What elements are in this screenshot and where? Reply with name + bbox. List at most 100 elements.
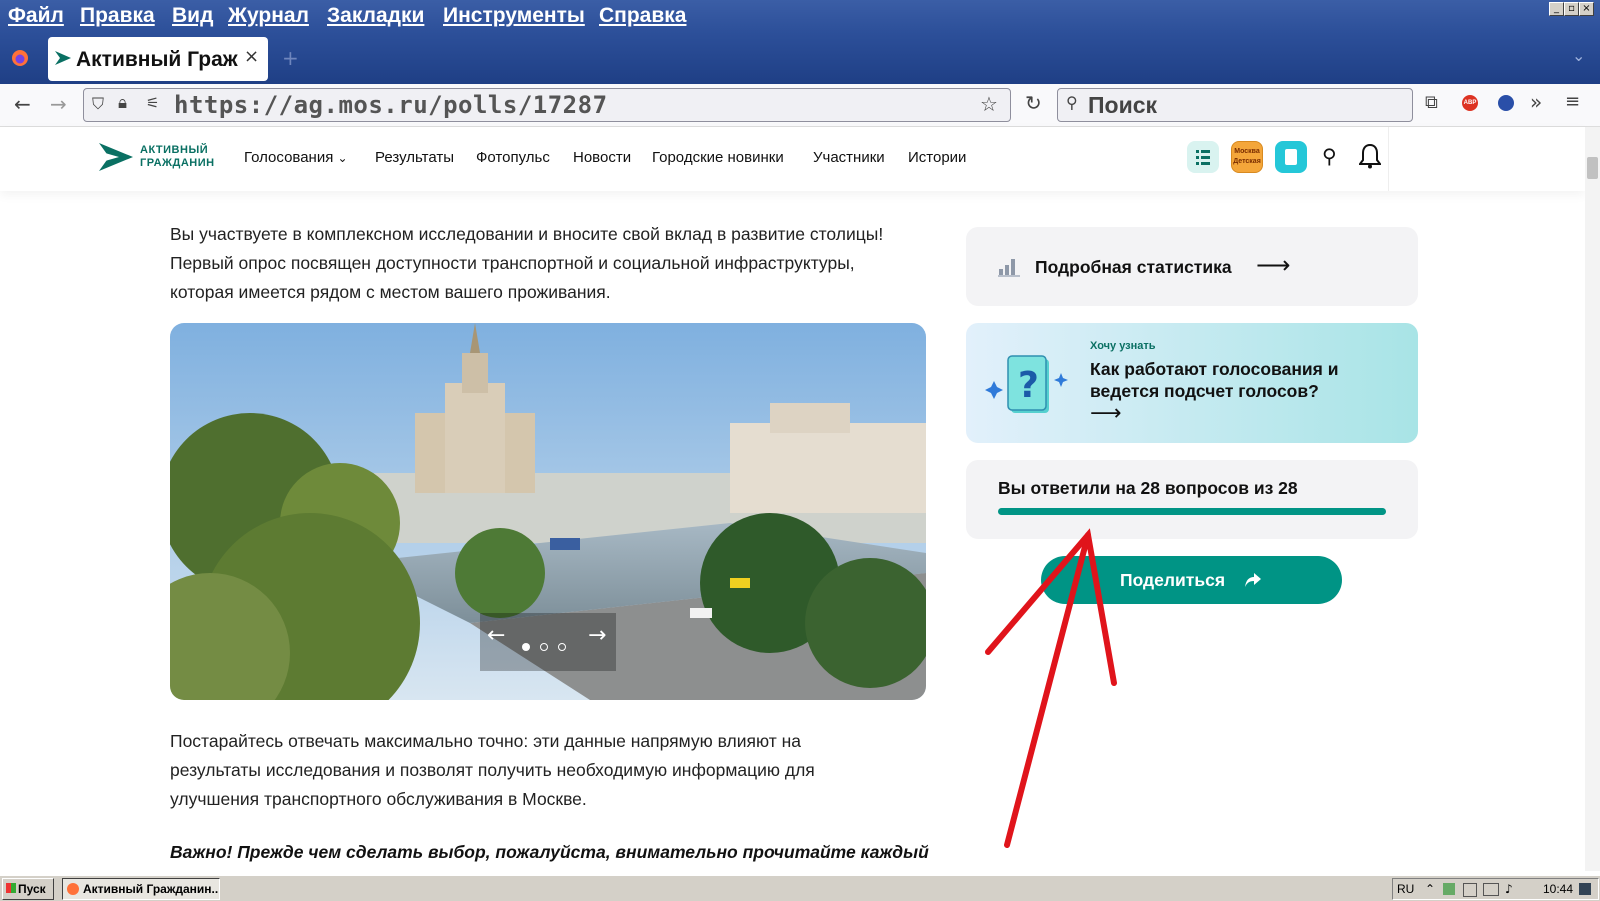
menu-file[interactable]: Файл <box>8 4 64 28</box>
site-header: АКТИВНЫЙ ГРАЖДАНИН Голосования ⌄ Результ… <box>0 127 1585 191</box>
carousel-dot-3[interactable] <box>558 643 566 651</box>
back-icon[interactable]: ← <box>14 92 31 116</box>
taskbar-window-label: Активный Гражданин... <box>83 882 220 896</box>
progress-track <box>998 508 1386 515</box>
url-text: https://ag.mos.ru/polls/17287 <box>174 91 608 119</box>
menu-history[interactable]: Журнал <box>228 4 309 28</box>
progress-fill <box>998 508 1386 515</box>
info-title: Как работают голосования и ведется подсч… <box>1090 359 1339 401</box>
bell-icon[interactable] <box>1359 143 1381 169</box>
translate-icon[interactable] <box>1498 95 1514 111</box>
progress-text: Вы ответили на 28 вопросов из 28 <box>998 478 1298 498</box>
bar-chart-icon <box>998 259 1020 277</box>
tray-desktop-icon[interactable] <box>1579 883 1591 895</box>
taskbar: Пуск Активный Гражданин... RU ⌃ ♪ 10:44 <box>0 875 1600 901</box>
menu-bookmarks[interactable]: Закладки <box>327 4 424 28</box>
body-paragraph: Постарайтесь отвечать максимально точно:… <box>170 731 815 809</box>
important-note: Важно! Прежде чем сделать выбор, пожалуй… <box>170 842 929 862</box>
carousel-prev-icon[interactable]: ← <box>487 623 505 648</box>
stats-card[interactable]: Подробная статистика ⟶ <box>966 227 1418 306</box>
system-tray: RU ⌃ ♪ 10:44 <box>1392 878 1599 900</box>
bookmark-badge-icon[interactable] <box>1275 141 1307 173</box>
close-window-icon[interactable]: × <box>1579 2 1594 16</box>
menu-tools[interactable]: Инструменты <box>443 4 585 28</box>
arrow-right-icon: ⟶ <box>1256 251 1291 279</box>
info-kicker: Хочу узнать <box>1090 340 1156 352</box>
share-arrow-icon <box>1245 573 1261 587</box>
nav-results[interactable]: Результаты <box>375 149 454 166</box>
site-favicon-icon <box>55 51 71 65</box>
new-tab-icon[interactable]: + <box>282 46 299 70</box>
url-bar[interactable]: ⛉ 🔒︎ ⚟ https://ag.mos.ru/polls/17287 ☆ <box>83 88 1011 122</box>
share-button-label: Поделиться <box>1120 570 1226 590</box>
tab-active[interactable]: Активный Граж × <box>48 37 268 81</box>
nav-news[interactable]: Новости <box>573 149 631 166</box>
site-search-icon[interactable]: ⚲ <box>1322 144 1337 168</box>
firefox-small-icon <box>67 883 79 895</box>
nav-votes-label: Голосования <box>244 149 334 166</box>
menu-bar: Файл Правка Вид Журнал Закладки Инструме… <box>0 0 1600 34</box>
menu-edit[interactable]: Правка <box>80 4 155 28</box>
info-arrow-icon: ⟶ <box>1090 401 1122 426</box>
carousel-dot-2[interactable] <box>540 643 548 651</box>
tab-strip: Активный Граж × + ⌄ <box>0 34 1600 84</box>
nav-photopulse[interactable]: Фотопульс <box>476 149 550 166</box>
nav-participants[interactable]: Участники <box>813 149 885 166</box>
menu-help[interactable]: Справка <box>599 4 686 28</box>
lock-icon[interactable]: 🔒︎ <box>118 93 127 113</box>
progress-card: Вы ответили на 28 вопросов из 28 <box>966 460 1418 539</box>
carousel-image[interactable]: ← → <box>170 323 926 700</box>
clock[interactable]: 10:44 <box>1543 879 1573 899</box>
logo-line-1: АКТИВНЫЙ <box>140 144 209 156</box>
nav-toolbar: ← → ⛉ 🔒︎ ⚟ https://ag.mos.ru/polls/17287… <box>0 84 1600 127</box>
page-scrollbar[interactable] <box>1585 127 1600 871</box>
info-card[interactable]: ? Хочу узнать Как работают голосования и… <box>966 323 1418 443</box>
minimize-icon[interactable]: _ <box>1549 2 1564 16</box>
logo-icon[interactable] <box>97 141 135 173</box>
carousel-next-icon[interactable]: → <box>588 623 606 648</box>
forward-icon[interactable]: → <box>50 92 67 116</box>
chevron-down-icon: ⌄ <box>337 151 348 165</box>
intro-paragraph: Вы участвуете в комплексном исследовании… <box>170 224 884 302</box>
search-bar[interactable]: ⚲ Поиск <box>1057 88 1413 122</box>
moscow-kids-badge-icon[interactable]: Москва Детская <box>1231 141 1263 173</box>
start-label: Пуск <box>18 882 46 896</box>
adblock-icon[interactable]: ABP <box>1462 95 1478 111</box>
tray-device-icon[interactable] <box>1463 883 1477 897</box>
reload-icon[interactable]: ↻ <box>1025 91 1042 115</box>
nav-stories[interactable]: Истории <box>908 149 966 166</box>
tray-expand-icon[interactable]: ⌃ <box>1425 879 1435 899</box>
tray-volume-icon[interactable]: ♪ <box>1505 879 1513 899</box>
permissions-icon[interactable]: ⚟ <box>146 94 159 112</box>
nav-city-novelties[interactable]: Городские новинки <box>652 149 784 166</box>
language-indicator[interactable]: RU <box>1397 879 1414 899</box>
hamburger-menu-icon[interactable]: ≡ <box>1565 91 1580 112</box>
logo-text[interactable]: АКТИВНЫЙ ГРАЖДАНИН <box>140 144 215 170</box>
list-view-icon[interactable] <box>1187 141 1219 173</box>
shield-icon[interactable]: ⛉ <box>92 94 104 114</box>
stats-link-label: Подробная статистика <box>1035 257 1232 277</box>
list-tabs-icon[interactable]: ⌄ <box>1572 46 1585 65</box>
question-document-icon: ? <box>985 355 1068 413</box>
carousel-dot-1[interactable] <box>522 643 530 651</box>
share-button[interactable]: Поделиться <box>1041 556 1342 604</box>
tray-network-icon[interactable] <box>1483 883 1499 896</box>
menu-view[interactable]: Вид <box>172 4 213 28</box>
firefox-icon[interactable] <box>11 49 29 67</box>
nav-votes[interactable]: Голосования ⌄ <box>244 149 348 166</box>
windows-logo-icon <box>6 883 16 893</box>
search-icon: ⚲ <box>1066 93 1078 112</box>
overflow-icon[interactable]: » <box>1530 90 1542 114</box>
extensions-icon[interactable]: ⧉ <box>1425 92 1438 113</box>
search-placeholder: Поиск <box>1088 92 1158 118</box>
scrollbar-thumb[interactable] <box>1587 157 1598 179</box>
header-divider <box>1388 127 1389 191</box>
tray-shield-icon[interactable] <box>1443 883 1455 895</box>
bookmark-star-icon[interactable]: ☆ <box>980 92 998 116</box>
logo-line-2: ГРАЖДАНИН <box>140 157 215 169</box>
start-button[interactable]: Пуск <box>2 878 54 900</box>
tab-close-icon[interactable]: × <box>244 46 259 67</box>
taskbar-firefox-window[interactable]: Активный Гражданин... <box>62 878 220 900</box>
restore-icon[interactable]: ▫ <box>1564 2 1579 16</box>
svg-text:?: ? <box>1018 365 1039 406</box>
